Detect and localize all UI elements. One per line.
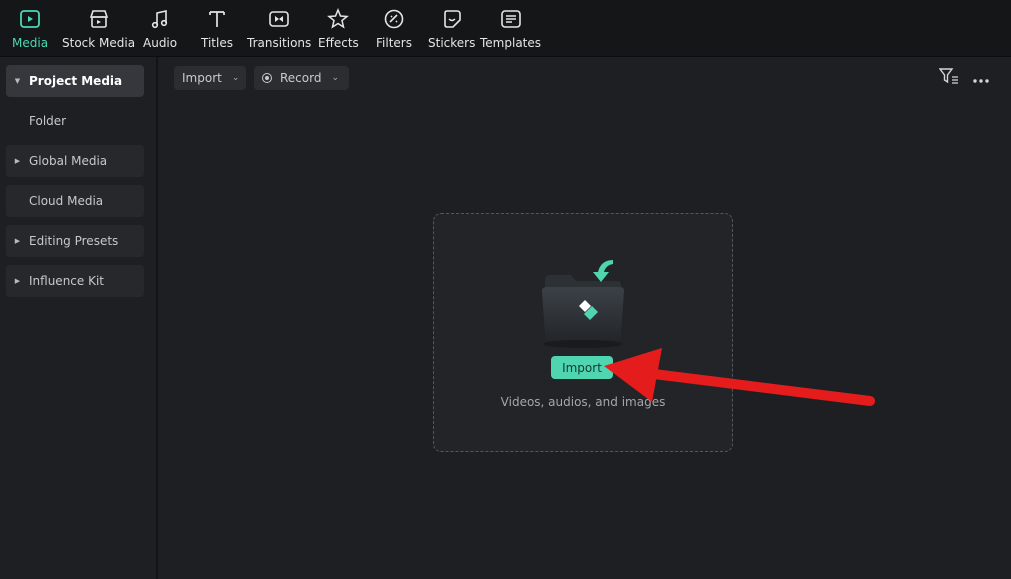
filter-icon bbox=[938, 67, 959, 89]
toolbar-label: Stickers bbox=[428, 36, 476, 50]
sidebar-item-label: Global Media bbox=[29, 154, 108, 168]
sidebar-item-label: Influence Kit bbox=[29, 274, 104, 288]
import-media-button[interactable]: Import bbox=[551, 356, 613, 379]
top-toolbar: Media Stock Media Audio Titles Transitio bbox=[0, 0, 1011, 57]
toolbar-label: Filters bbox=[376, 36, 412, 50]
import-dropdown[interactable]: Import ⌄ bbox=[174, 66, 246, 90]
sidebar-item-folder[interactable]: Folder bbox=[6, 105, 144, 137]
record-dropdown[interactable]: Record ⌄ bbox=[254, 66, 349, 90]
toolbar-label: Templates bbox=[480, 36, 542, 50]
toolbar-label: Transitions bbox=[247, 36, 312, 50]
media-library-panel: Import ⌄ Record ⌄ Import Videos, audios,… bbox=[158, 57, 1011, 579]
toolbar-label: Titles bbox=[201, 36, 233, 50]
import-drop-zone[interactable]: Import Videos, audios, and images bbox=[433, 213, 733, 452]
toolbar-label: Effects bbox=[318, 36, 359, 50]
toolbar-label: Audio bbox=[143, 36, 178, 50]
sidebar-item-label: Project Media bbox=[29, 74, 123, 88]
sidebar-item-label: Folder bbox=[29, 114, 67, 128]
media-sidebar: ▼ Project Media Folder ▶ Global Media Cl… bbox=[0, 57, 158, 579]
titles-icon bbox=[205, 7, 229, 31]
caret-right-icon: ▶ bbox=[14, 157, 21, 165]
toolbar-stickers[interactable]: Stickers bbox=[428, 4, 475, 54]
media-icon bbox=[18, 7, 42, 31]
toolbar-effects[interactable]: Effects bbox=[318, 4, 359, 54]
more-options-icon bbox=[972, 69, 990, 88]
toolbar-templates[interactable]: Templates bbox=[480, 4, 541, 54]
caret-right-icon: ▶ bbox=[14, 237, 21, 245]
toolbar-stock-media[interactable]: Stock Media bbox=[62, 4, 135, 54]
effects-icon bbox=[326, 7, 350, 31]
caret-down-icon: ▼ bbox=[14, 77, 21, 85]
toolbar-filters[interactable]: Filters bbox=[376, 4, 412, 54]
sidebar-item-global-media[interactable]: ▶ Global Media bbox=[6, 145, 144, 177]
toolbar-audio[interactable]: Audio bbox=[143, 4, 177, 54]
toolbar-transitions[interactable]: Transitions bbox=[247, 4, 311, 54]
filter-button[interactable] bbox=[938, 67, 960, 89]
toolbar-titles[interactable]: Titles bbox=[201, 4, 233, 54]
caret-right-icon: ▶ bbox=[14, 277, 21, 285]
transitions-icon bbox=[267, 7, 291, 31]
sidebar-item-influence-kit[interactable]: ▶ Influence Kit bbox=[6, 265, 144, 297]
sidebar-item-editing-presets[interactable]: ▶ Editing Presets bbox=[6, 225, 144, 257]
record-icon bbox=[262, 73, 272, 83]
toolbar-label: Media bbox=[12, 36, 49, 50]
more-options-button[interactable] bbox=[970, 67, 992, 89]
record-dropdown-label: Record bbox=[280, 71, 322, 85]
sidebar-item-label: Editing Presets bbox=[29, 234, 119, 248]
stock-media-icon bbox=[87, 7, 111, 31]
toolbar-label: Stock Media bbox=[62, 36, 136, 50]
import-folder-icon bbox=[535, 254, 631, 349]
app-window: Media Stock Media Audio Titles Transitio bbox=[0, 0, 1011, 579]
import-hint-text: Videos, audios, and images bbox=[500, 395, 666, 409]
import-dropdown-label: Import bbox=[182, 71, 222, 85]
templates-icon bbox=[499, 7, 523, 31]
audio-icon bbox=[148, 7, 172, 31]
sidebar-item-label: Cloud Media bbox=[29, 194, 104, 208]
filters-icon bbox=[382, 7, 406, 31]
chevron-down-icon: ⌄ bbox=[331, 73, 340, 83]
stickers-icon bbox=[440, 7, 464, 31]
toolbar-media[interactable]: Media bbox=[12, 4, 48, 54]
chevron-down-icon: ⌄ bbox=[231, 73, 240, 83]
sidebar-item-cloud-media[interactable]: Cloud Media bbox=[6, 185, 144, 217]
sidebar-item-project-media[interactable]: ▼ Project Media bbox=[6, 65, 144, 97]
